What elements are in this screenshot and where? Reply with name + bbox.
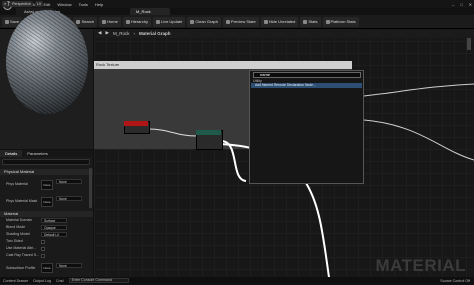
output-log-button[interactable]: Output Log [33,279,51,283]
texture-param-node-header[interactable] [124,121,148,126]
status-right: Source Control Off [440,277,470,284]
status-bar: Content Drawer Output Log Cmd Enter Cons… [0,277,474,284]
graph-wires [147,83,474,284]
graph-watermark: MATERIAL [375,256,466,275]
multiply-node-header[interactable] [196,130,221,135]
node-search-result[interactable]: Add Named Reroute Declaration Node... [251,83,362,88]
wire-to-right-2 [363,119,474,161]
cmd-button[interactable]: Cmd [56,279,64,283]
wire-param-to-multiply [147,128,198,137]
wire-to-right-1 [363,83,474,97]
console-command-input[interactable]: Enter Console Command [68,278,129,283]
node-search-input[interactable]: name [253,72,361,78]
content-drawer-button[interactable]: Content Drawer [3,279,28,283]
source-control-status[interactable]: Source Control Off [440,279,470,283]
